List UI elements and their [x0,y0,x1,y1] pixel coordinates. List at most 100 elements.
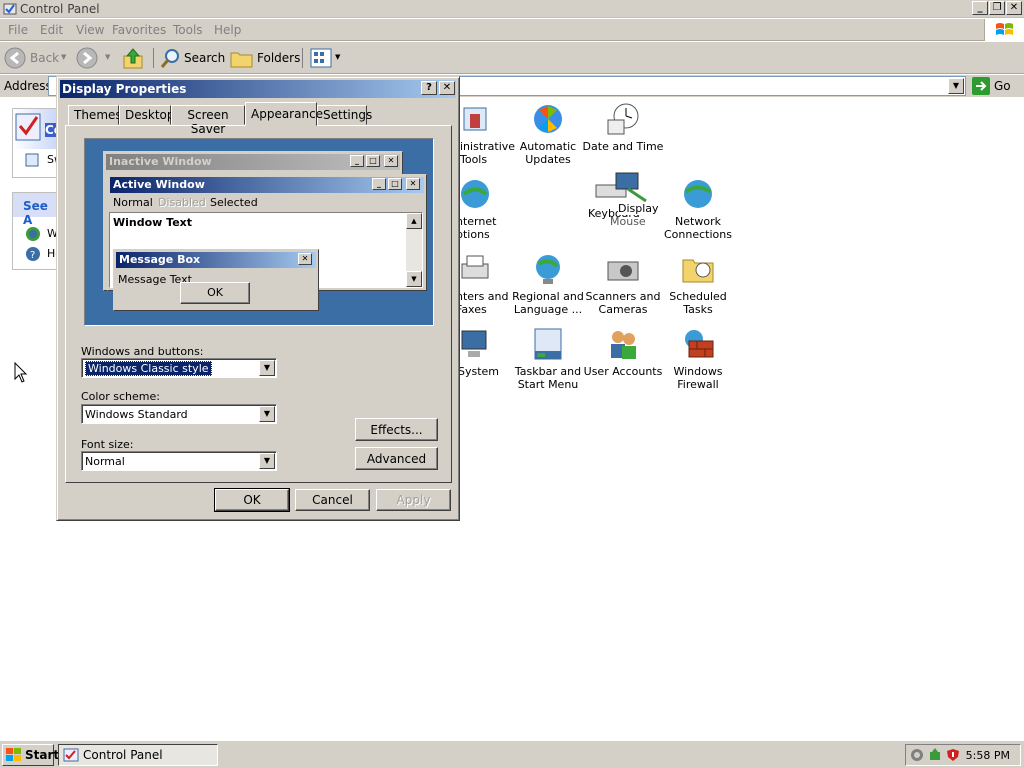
folders-icon[interactable] [230,48,254,68]
search-icon[interactable] [160,47,182,69]
font-size-select[interactable]: Normal ▼ [81,451,277,471]
start-button[interactable]: Start [2,744,59,766]
effects-button[interactable]: Effects... [355,418,438,441]
printer-icon [458,252,492,286]
administrative-tools-icon [458,102,492,136]
network-connections-item[interactable]: Network Connections [653,177,743,241]
tab-appearance[interactable]: Appearance [245,102,323,126]
windows-update-icon [26,227,40,241]
views-icon[interactable] [310,48,332,68]
preview-menu-disabled: Disabled [158,196,206,209]
automatic-updates-icon [531,102,565,136]
back-dropdown-icon[interactable]: ▼ [61,53,66,61]
close-button[interactable]: ✕ [1006,1,1022,15]
user-accounts-icon [606,327,640,361]
menu-edit[interactable]: Edit [40,23,63,37]
windows-firewall-item[interactable]: Windows Firewall [653,327,743,391]
menu-help[interactable]: Help [214,23,241,37]
menu-view[interactable]: View [76,23,104,37]
dialog-close-button[interactable]: ✕ [439,81,455,95]
tab-screen-saver[interactable]: Screen Saver [171,105,245,136]
taskbar-start-menu-label: Taskbar and Start Menu [514,365,582,391]
minimize-button[interactable]: _ [972,1,988,15]
preview-minimize-icon: _ [372,178,386,190]
restore-button[interactable]: ❐ [989,1,1005,15]
task-box-header: Co [13,109,63,149]
network-connections-label: Network Connections [664,215,732,241]
cancel-button[interactable]: Cancel [295,489,370,511]
tab-desktop[interactable]: Desktop [119,105,175,125]
preview-maximize-icon: □ [388,178,402,190]
preview-inactive-title: Inactive Window _ □ ✕ [106,154,400,170]
scheduled-tasks-folder-icon [681,252,715,286]
go-arrow-icon[interactable] [972,77,990,95]
scheduled-tasks-item[interactable]: Scheduled Tasks [653,252,743,316]
mouse-label: Mouse [610,215,646,228]
menu-tools[interactable]: Tools [173,23,203,37]
back-button-label[interactable]: Back [30,51,59,65]
preview-close-icon: ✕ [406,178,420,190]
help-button[interactable]: ? [421,81,437,95]
preview-close-icon: ✕ [384,155,398,167]
keyboard-icon [595,172,647,203]
internet-options-icon [458,177,492,211]
control-panel-icon [63,748,79,762]
back-arrow-icon[interactable] [4,47,26,69]
security-shield-icon[interactable] [946,748,960,762]
windows-flag-icon [996,23,1013,35]
taskbar-item-control-panel[interactable]: Control Panel [58,744,218,766]
tab-themes[interactable]: Themes [68,105,122,125]
address-dropdown-icon[interactable]: ▼ [948,78,964,94]
taskbar: Start Control Panel 5:58 PM [0,740,1024,768]
appearance-preview: Inactive Window _ □ ✕ Active Window _ □ … [84,138,434,326]
safely-remove-tray-icon[interactable] [928,748,942,762]
views-dropdown-icon[interactable]: ▼ [335,53,340,61]
forward-arrow-icon[interactable] [76,47,98,69]
go-button-label[interactable]: Go [994,79,1011,93]
menu-favorites[interactable]: Favorites [112,23,166,37]
date-and-time-item[interactable]: Date and Time [578,102,668,153]
control-panel-icon [15,113,41,141]
windows-buttons-label: Windows and buttons: [81,345,204,358]
menu-bar: File Edit View Favorites Tools Help [0,19,1024,41]
automatic-updates-label: Automatic Updates [519,140,577,166]
mouse-cursor-icon [14,362,28,383]
camera-icon [606,252,640,286]
preview-message-box: Message Box ✕ Message Text OK [113,249,319,311]
dialog-title: Display Properties [62,82,187,96]
switch-view-icon [25,153,39,167]
windows-flag-icon [6,748,21,761]
control-panel-task-box: Co Sw [12,108,63,178]
active-title-text: Active Window [113,178,205,191]
color-scheme-value: Windows Standard [85,408,188,421]
svg-text:?: ? [30,250,35,261]
preview-msgbox-ok: OK [180,282,250,304]
search-button-label[interactable]: Search [184,51,225,65]
window-titlebar: Control Panel _ ❐ ✕ [0,0,1024,18]
chevron-down-icon[interactable]: ▼ [259,453,275,469]
apply-button[interactable]: Apply [376,489,451,511]
windows-buttons-select[interactable]: Windows Classic style ▼ [81,358,277,378]
ok-button[interactable]: OK [214,488,290,512]
taskbar-item-label: Control Panel [83,748,163,762]
folders-button-label[interactable]: Folders [257,51,300,65]
msgbox-title-text: Message Box [119,253,201,266]
preview-active-title: Active Window _ □ ✕ [110,177,424,193]
color-scheme-select[interactable]: Windows Standard ▼ [81,404,277,424]
menu-file[interactable]: File [8,23,28,37]
taskbar-icon [531,327,565,361]
network-tray-icon[interactable] [910,748,924,762]
chevron-down-icon[interactable]: ▼ [259,406,275,422]
scheduled-tasks-label: Scheduled Tasks [669,290,727,316]
preview-minimize-icon: _ [350,155,364,167]
forward-dropdown-icon[interactable]: ▼ [105,53,110,61]
windows-buttons-value: Windows Classic style [85,361,212,376]
chevron-down-icon[interactable]: ▼ [259,360,275,376]
toolbar-separator [153,48,154,68]
preview-close-icon: ✕ [298,253,312,265]
tab-settings[interactable]: Settings [317,105,372,125]
advanced-button[interactable]: Advanced [355,447,438,470]
up-folder-icon[interactable] [122,46,144,70]
address-label: Address [4,79,52,93]
toolbar-separator [302,48,303,68]
